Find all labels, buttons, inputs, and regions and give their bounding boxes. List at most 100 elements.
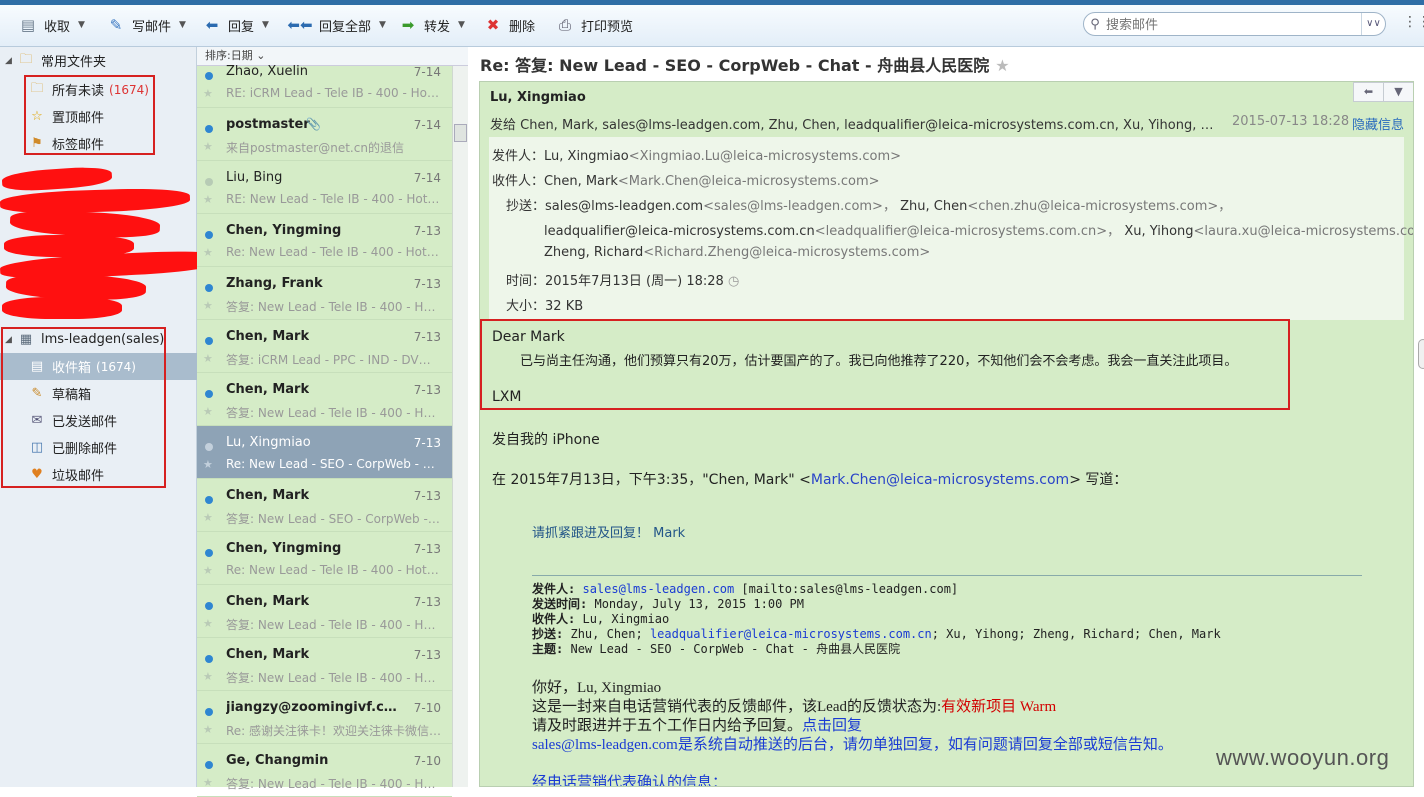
- message-row[interactable]: jiangzy@zoomingivf.c… 7-10 ★ Re: 感谢关注徕卡！欢迎关…: [197, 691, 452, 744]
- message-row[interactable]: Chen, Yingming 7-13 ★ Re: New Lead - Tele I…: [197, 214, 452, 267]
- fwd-subject: 主题: New Lead - SEO - CorpWeb - Chat - 舟曲…: [532, 642, 901, 656]
- reply-link[interactable]: 点击回复: [802, 718, 862, 734]
- unread-dot-icon[interactable]: [205, 708, 213, 716]
- star-icon[interactable]: ★: [203, 246, 213, 259]
- star-icon[interactable]: ★: [203, 564, 213, 577]
- divider: [532, 575, 1362, 576]
- search-options-icon[interactable]: ∨∨: [1361, 13, 1385, 35]
- print-preview-button[interactable]: ⎙ 打印预览: [555, 13, 633, 37]
- message-row[interactable]: Chen, Mark 7-13 ★ 答复: New Lead - Tele IB - …: [197, 373, 452, 426]
- message-sender: Chen, Mark: [226, 329, 310, 344]
- message-row[interactable]: Chen, Mark 7-13 ★ 答复: iCRM Lead - PPC - IND…: [197, 320, 452, 373]
- sender-name[interactable]: Lu, Xingmiao: [490, 90, 586, 105]
- reply-all-button[interactable]: ⬅⬅ 回复全部 ▼: [287, 13, 386, 37]
- unread-dot-icon[interactable]: [205, 443, 213, 451]
- message-sender: Chen, Mark: [226, 647, 310, 662]
- attachment-icon: 📎: [306, 117, 321, 131]
- unread-dot-icon[interactable]: [205, 284, 213, 292]
- unread-dot-icon[interactable]: [205, 178, 213, 186]
- unread-dot-icon[interactable]: [205, 72, 213, 80]
- message-row[interactable]: Chen, Mark 7-13 ★ 答复: New Lead - SEO - Corp…: [197, 479, 452, 532]
- message-row[interactable]: Ge, Changmin 7-10 ★ 答复: New Lead - Tele IB …: [197, 744, 452, 797]
- star-icon[interactable]: ★: [203, 352, 213, 365]
- star-icon[interactable]: ★: [203, 87, 213, 100]
- folder-group-common[interactable]: ◢ 🗀 常用文件夹: [0, 47, 197, 74]
- reply-arrow-icon: ⬅: [205, 16, 219, 34]
- star-icon[interactable]: ★: [995, 56, 1009, 75]
- star-icon[interactable]: ★: [203, 511, 213, 524]
- message-row[interactable]: Zhao, Xuelin 7-14 ★ RE: iCRM Lead - Tele IB…: [197, 55, 452, 108]
- message-row[interactable]: Lu, Xingmiao 7-13 ★ Re: New Lead - SEO - Co…: [197, 426, 452, 479]
- chevron-down-icon[interactable]: ▼: [262, 20, 269, 30]
- message-subject: 答复: New Lead - Tele IB - 400 - Ho…: [226, 406, 442, 420]
- message-date: 7-13: [413, 648, 441, 662]
- search-input[interactable]: [1106, 16, 1361, 32]
- watermark: www.wooyun.org: [1216, 745, 1390, 770]
- search-icon: ⚲: [1090, 16, 1100, 32]
- unread-dot-icon[interactable]: [205, 496, 213, 504]
- star-icon[interactable]: ★: [203, 670, 213, 683]
- star-icon[interactable]: ★: [203, 140, 213, 153]
- message-date: 7-13: [413, 330, 441, 344]
- chevron-down-icon[interactable]: ▼: [1384, 83, 1413, 101]
- unread-dot-icon[interactable]: [205, 231, 213, 239]
- email-link[interactable]: sales@lms-leadgen.com: [582, 582, 734, 596]
- message-row[interactable]: Zhang, Frank 7-13 ★ 答复: New Lead - Tele IB …: [197, 267, 452, 320]
- email-link[interactable]: Mark.Chen@leica-microsystems.com: [811, 472, 1069, 488]
- search-box[interactable]: ⚲ ∨∨: [1083, 12, 1386, 36]
- unread-dot-icon[interactable]: [205, 761, 213, 769]
- star-icon[interactable]: ★: [203, 723, 213, 736]
- chevron-down-icon[interactable]: ▼: [379, 20, 386, 30]
- compose-button[interactable]: ✎ 写邮件 ▼: [106, 13, 186, 37]
- highlight-box: [1, 327, 166, 488]
- redaction-mark: [1, 165, 113, 193]
- delete-button[interactable]: ✖ 删除: [483, 13, 535, 37]
- message-sender: Ge, Changmin: [226, 753, 329, 768]
- collapse-arrow-icon[interactable]: ◢: [5, 56, 17, 66]
- message-row[interactable]: Chen, Mark 7-13 ★ 答复: New Lead - Tele IB - …: [197, 585, 452, 638]
- message-row[interactable]: Chen, Yingming 7-13 ★ Re: New Lead - Tele I…: [197, 532, 452, 585]
- scrollbar[interactable]: [452, 66, 468, 787]
- message-row[interactable]: postmaster 📎 7-14 ★ 来自postmaster@net.cn的退信: [197, 108, 452, 161]
- chevron-down-icon[interactable]: ▼: [78, 20, 85, 30]
- star-icon[interactable]: ★: [203, 405, 213, 418]
- unread-dot-icon[interactable]: [205, 655, 213, 663]
- reply-button[interactable]: ⬅ 回复 ▼: [202, 13, 269, 37]
- receive-button[interactable]: ▤ 收取 ▼: [18, 13, 85, 37]
- star-icon[interactable]: ★: [203, 458, 213, 471]
- pane-handle[interactable]: [1418, 339, 1424, 369]
- menu-icon[interactable]: ⋮⋮: [1403, 14, 1424, 30]
- message-date: 7-13: [413, 489, 441, 503]
- scrollbar-thumb[interactable]: [454, 124, 467, 142]
- message-date: 7-13: [413, 277, 441, 291]
- star-icon[interactable]: ★: [203, 617, 213, 630]
- forward-button[interactable]: ➡ 转发 ▼: [398, 13, 465, 37]
- star-icon[interactable]: ★: [203, 193, 213, 206]
- hide-info-link[interactable]: 隐藏信息: [1352, 114, 1404, 133]
- message-subject: RE: iCRM Lead - Tele IB - 400 - Hot…: [226, 86, 442, 100]
- quick-reply[interactable]: ⬅ ▼: [1353, 82, 1413, 102]
- highlight-box: [24, 75, 155, 155]
- folder-icon: 🗀: [19, 51, 33, 67]
- message-sender: Chen, Mark: [226, 594, 310, 609]
- unread-dot-icon[interactable]: [205, 337, 213, 345]
- message-row[interactable]: Chen, Mark 7-13 ★ 答复: New Lead - Tele IB - …: [197, 638, 452, 691]
- message-date: 7-10: [413, 754, 441, 768]
- star-icon[interactable]: ★: [203, 299, 213, 312]
- message-subject: 答复: New Lead - SEO - CorpWeb -…: [226, 512, 440, 526]
- unread-dot-icon[interactable]: [205, 602, 213, 610]
- unread-dot-icon[interactable]: [205, 390, 213, 398]
- message-subject: 来自postmaster@net.cn的退信: [226, 141, 404, 155]
- email-link[interactable]: leadqualifier@leica-microsystems.com.cn: [650, 627, 932, 641]
- message-row[interactable]: Liu, Bing 7-14 ★ RE: New Lead - Tele IB - 4…: [197, 161, 452, 214]
- chevron-down-icon[interactable]: ▼: [458, 20, 465, 30]
- chevron-down-icon[interactable]: ▼: [179, 20, 186, 30]
- star-icon[interactable]: ★: [203, 776, 213, 789]
- reading-pane: Re: 答复: New Lead - SEO - CorpWeb - Chat …: [469, 47, 1424, 787]
- unread-dot-icon[interactable]: [205, 125, 213, 133]
- reply-arrow-icon[interactable]: ⬅: [1354, 83, 1384, 101]
- detail-from: 发件人：Lu, Xingmiao<Xingmiao.Lu@leica-micro…: [492, 149, 902, 164]
- message-list: 排序:日期 ⌄ Zhao, Xuelin 7-14 ★ RE: iCRM Lead -…: [197, 47, 468, 797]
- message-date: 7-13: [413, 542, 441, 556]
- unread-dot-icon[interactable]: [205, 549, 213, 557]
